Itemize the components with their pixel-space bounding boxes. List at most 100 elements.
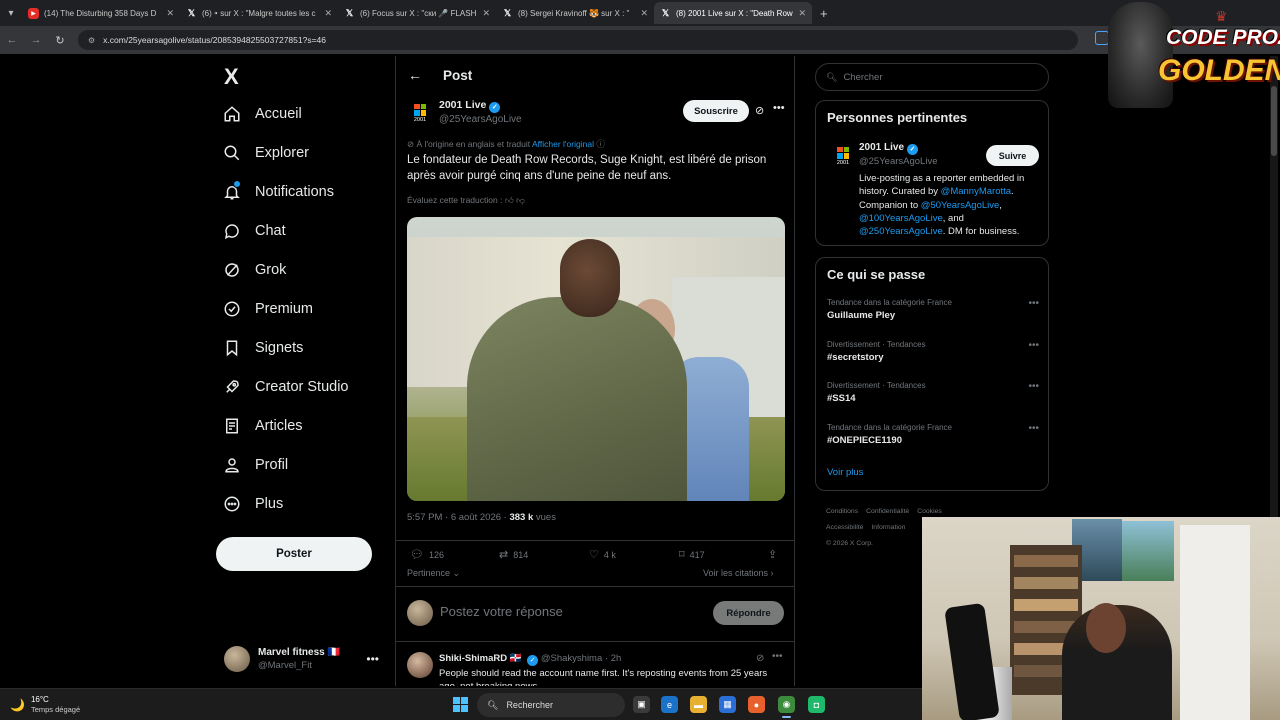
grok-icon[interactable]: ⊘ <box>756 653 764 664</box>
extension-icon[interactable] <box>1095 31 1109 45</box>
sidebar-item-label: Explorer <box>255 145 309 161</box>
subscribe-button[interactable]: Souscrire <box>683 100 749 122</box>
task-view-icon[interactable]: ▣ <box>633 696 650 713</box>
reply-button[interactable]: Répondre <box>713 601 784 625</box>
reply-action[interactable]: 💬︎ 126 <box>410 548 444 561</box>
trend-item[interactable]: Tendance dans la catégorie France #ONEPI… <box>827 423 1039 446</box>
thumbs-up-icon[interactable]: 👍︎ <box>505 195 514 205</box>
taskbar-search[interactable]: 🔍︎ Rechercher <box>477 693 625 717</box>
forward-arrow-icon[interactable]: → <box>24 34 48 46</box>
close-icon[interactable]: ✕ <box>798 8 806 19</box>
close-icon[interactable]: ✕ <box>482 8 490 19</box>
mention-link[interactable]: @250YearsAgoLive <box>859 226 943 237</box>
url-field[interactable]: ⚙ x.com/25yearsagolive/status/2085394825… <box>78 30 1078 50</box>
account-name: Marvel fitness 🇫🇷 <box>258 647 340 658</box>
relevant-handle[interactable]: @25YearsAgoLive <box>859 156 938 167</box>
back-arrow-icon[interactable]: ← <box>0 34 24 46</box>
sidebar-item-notifications[interactable]: Notifications <box>223 178 334 206</box>
browser-tab[interactable]: 𝕏 (6) Focus sur X : "ски 🎤 FLASH ✕ <box>338 2 496 24</box>
post-column: ← Post 2001 2001 Live ✓ @25YearsAgoLive S… <box>395 56 795 686</box>
reply-item[interactable]: Shiki-ShimaRD 🇩🇴 ✓ @Shakyshima · 2h ⊘ ••… <box>396 646 794 686</box>
sidebar-item-profil[interactable]: Profil <box>223 451 288 479</box>
follow-button[interactable]: Suivre <box>986 145 1039 166</box>
trend-item[interactable]: Divertissement · Tendances #SS14 ••• <box>827 381 1039 404</box>
app-icon[interactable]: ◘ <box>808 696 825 713</box>
mention-link[interactable]: @50YearsAgoLive <box>921 200 1000 211</box>
x-logo-icon[interactable]: X <box>224 64 239 90</box>
sidebar-item-articles[interactable]: Articles <box>223 412 303 440</box>
footer-link[interactable]: Information <box>871 524 905 531</box>
sidebar-item-chat[interactable]: Chat <box>223 217 286 245</box>
post-image[interactable] <box>407 217 785 501</box>
browser-tab[interactable]: ▶ (14) The Disturbing 358 Days D ✕ <box>22 2 180 24</box>
chrome-icon[interactable]: ◉ <box>778 696 795 718</box>
windows-start-icon[interactable] <box>453 697 468 712</box>
info-icon[interactable]: ⓘ <box>596 139 605 149</box>
repost-action[interactable]: ⇄ 814 <box>499 548 528 561</box>
reply-author-handle[interactable]: @Shakyshima · 2h <box>541 653 621 664</box>
trend-item[interactable]: Divertissement · Tendances #secretstory … <box>827 340 1039 363</box>
mention-link[interactable]: @100YearsAgoLive <box>859 213 943 224</box>
author-name[interactable]: 2001 Live ✓ <box>439 99 501 113</box>
browser-tab[interactable]: 𝕏 (8) Sergei Kravinoff 🐯 sur X : " ✕ <box>496 2 654 24</box>
browser-tab-active[interactable]: 𝕏 (8) 2001 Live sur X : "Death Row ✕ <box>654 2 812 24</box>
trend-item[interactable]: Tendance dans la catégorie France Guilla… <box>827 298 1039 321</box>
reply-author-name[interactable]: Shiki-ShimaRD 🇩🇴 <box>439 653 522 664</box>
sidebar-item-label: Premium <box>255 301 314 317</box>
tab-search-icon[interactable]: ▾ <box>0 2 22 24</box>
post-button[interactable]: Poster <box>216 537 372 571</box>
quotes-link[interactable]: Voir les citations › <box>703 568 774 578</box>
more-icon[interactable]: ••• <box>1028 423 1039 434</box>
site-info-icon[interactable]: ⚙ <box>88 36 95 45</box>
footer-link[interactable]: Cookies <box>917 508 942 515</box>
more-icon[interactable]: ••• <box>772 651 783 662</box>
like-action[interactable]: ♡ 4 k <box>589 548 616 561</box>
grok-icon[interactable]: ⊘ <box>755 104 764 117</box>
show-original-link[interactable]: Afficher l'original <box>532 139 594 149</box>
close-icon[interactable]: ✕ <box>324 8 332 19</box>
close-icon[interactable]: ✕ <box>166 8 174 19</box>
show-more-link[interactable]: Voir plus <box>827 467 863 478</box>
footer-link[interactable]: Confidentialité <box>866 508 909 515</box>
author-avatar[interactable]: 2001 <box>407 100 433 126</box>
more-icon[interactable]: ••• <box>366 652 379 666</box>
edge-icon[interactable]: e <box>661 696 678 713</box>
close-icon[interactable]: ✕ <box>640 8 648 19</box>
reply-text: People should read the account name firs… <box>439 668 768 686</box>
weather-widget[interactable]: 🌙 16°C Temps dégagé <box>10 695 80 714</box>
sort-dropdown[interactable]: Pertinence ⌄ <box>407 568 460 579</box>
more-icon[interactable]: ••• <box>1028 340 1039 351</box>
thumbs-down-icon[interactable]: 👎︎ <box>516 195 525 205</box>
sidebar-item-signets[interactable]: Signets <box>223 334 303 362</box>
browser-tab[interactable]: 𝕏 (6) ⁍ sur X : "Malgre toutes les c ✕ <box>180 2 338 24</box>
avatar[interactable] <box>407 652 433 678</box>
bookmark-action[interactable]: ⌑ 417 <box>679 548 705 561</box>
sidebar-item-creator-studio[interactable]: Creator Studio <box>223 373 349 401</box>
sidebar-item-grok[interactable]: Grok <box>223 256 286 284</box>
footer-link[interactable]: Accessibilité <box>826 524 863 531</box>
moon-icon: 🌙 <box>10 697 25 712</box>
sidebar-item-explorer[interactable]: Explorer <box>223 139 309 167</box>
account-switcher[interactable]: Marvel fitness 🇫🇷 @Marvel_Fit ••• <box>224 644 389 674</box>
more-icon[interactable]: ••• <box>1028 298 1039 309</box>
new-tab-button[interactable]: + <box>820 6 828 21</box>
back-arrow-icon[interactable]: ← <box>408 67 422 83</box>
author-handle[interactable]: @25YearsAgoLive <box>439 114 522 125</box>
reload-icon[interactable]: ↻ <box>48 34 72 47</box>
post-time[interactable]: 5:57 PM · 6 août 2026 · <box>407 512 509 523</box>
share-action[interactable]: ⇪ <box>768 548 782 561</box>
more-icon[interactable]: ••• <box>773 102 785 114</box>
file-explorer-icon[interactable]: ▬ <box>690 696 707 713</box>
store-icon[interactable]: ▦ <box>719 696 736 713</box>
relevant-name[interactable]: 2001 Live ✓ <box>859 142 919 155</box>
sidebar-item-accueil[interactable]: Accueil <box>223 100 302 128</box>
relevant-avatar[interactable]: 2001 <box>830 143 856 169</box>
firefox-icon[interactable]: ● <box>748 696 765 713</box>
sidebar-item-premium[interactable]: Premium <box>223 295 313 323</box>
mention-link[interactable]: @MannyMarotta <box>941 186 1011 197</box>
search-input[interactable]: 🔍︎ Chercher <box>815 63 1049 91</box>
reply-input[interactable]: Postez votre réponse <box>440 604 563 619</box>
footer-link[interactable]: Conditions <box>826 508 858 515</box>
more-icon[interactable]: ••• <box>1028 381 1039 392</box>
sidebar-item-plus[interactable]: Plus <box>223 490 283 518</box>
